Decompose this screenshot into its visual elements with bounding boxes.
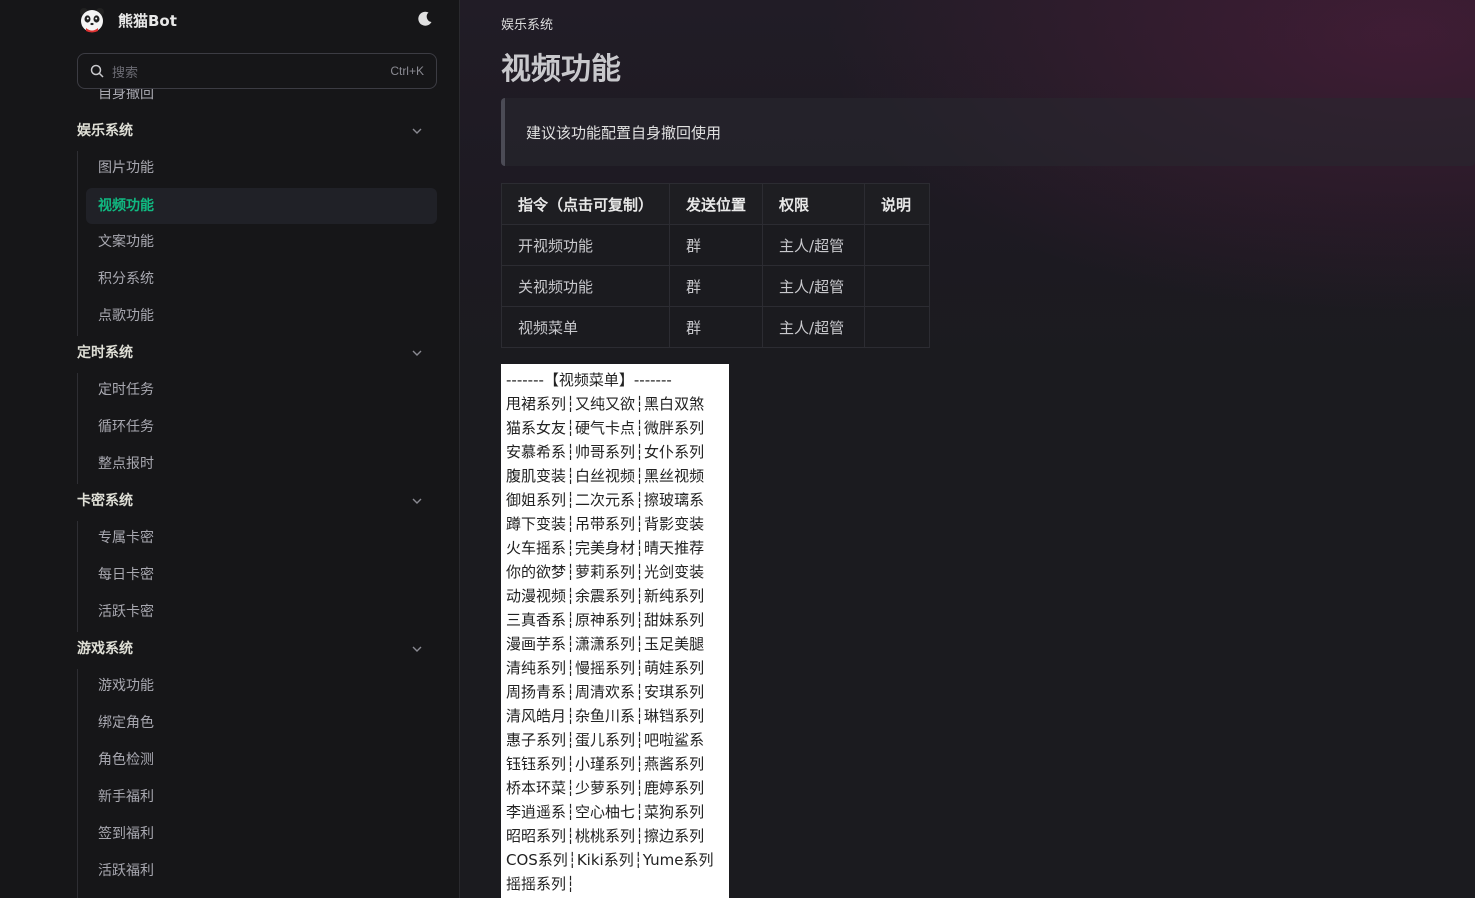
location-cell: 群	[669, 265, 764, 307]
video-menu-image: -------【视频菜单】------- 甩裙系列┆又纯又欲┆黑白双煞 猫系女友┆硬…	[501, 364, 729, 898]
menu-line: 漫画芋系┆潇潇系列┆玉足美腿	[506, 635, 705, 653]
sidebar: 熊猫Bot 自身撤回 娱乐系统 图片功能 视频功能 文案功能 积分系统 点歌功能…	[0, 0, 460, 898]
main-content: 娱乐系统 视频功能 建议该功能配置自身撤回使用 指令（点击可复制） 发送位置 权…	[460, 0, 1475, 898]
sidebar-group-game[interactable]: 游戏系统	[77, 631, 422, 667]
group-divider	[77, 669, 78, 898]
chevron-down-icon	[412, 646, 422, 652]
group-divider	[77, 521, 78, 632]
chevron-down-icon	[412, 498, 422, 504]
menu-line: 三真香系┆原神系列┆甜妹系列	[506, 611, 705, 629]
menu-line: 御姐系列┆二次元系┆擦玻璃系	[506, 491, 705, 509]
brand[interactable]: 熊猫Bot	[78, 4, 177, 36]
group-divider	[77, 373, 78, 484]
menu-line: 甩裙系列┆又纯又欲┆黑白双煞	[506, 395, 705, 413]
col-location: 发送位置	[669, 183, 764, 225]
sidebar-item-points[interactable]: 积分系统	[98, 261, 154, 297]
menu-line: 桥本环菜┆少萝系列┆鹿婷系列	[506, 779, 705, 797]
sidebar-item-game[interactable]: 游戏功能	[98, 668, 154, 704]
menu-line: 钰钰系列┆小瑾系列┆燕酱系列	[506, 755, 705, 773]
command-cell[interactable]: 视频菜单	[500, 306, 671, 348]
sidebar-item-song[interactable]: 点歌功能	[98, 298, 154, 334]
description-cell	[864, 265, 931, 307]
menu-line: 惠子系列┆蛋儿系列┆吧啦鲨系	[506, 731, 705, 749]
location-cell: 群	[669, 224, 764, 266]
table-row: 视频菜单 群 主人/超管	[500, 306, 931, 348]
sidebar-item-video[interactable]: 视频功能	[86, 188, 437, 224]
search-icon	[90, 64, 104, 78]
menu-line: 摇摇系列┆	[506, 875, 576, 893]
description-cell	[864, 306, 931, 348]
group-title-label: 卡密系统	[77, 493, 133, 509]
search-input[interactable]: 搜索 Ctrl+K	[77, 53, 437, 89]
description-cell	[864, 224, 931, 266]
permission-cell: 主人/超管	[762, 265, 866, 307]
sidebar-item-hourly[interactable]: 整点报时	[98, 446, 154, 482]
col-permission: 权限	[762, 183, 866, 225]
brand-name: 熊猫Bot	[118, 11, 177, 30]
command-cell[interactable]: 关视频功能	[500, 265, 671, 307]
table-row: 开视频功能 群 主人/超管	[500, 224, 931, 266]
menu-line: 腹肌变装┆白丝视频┆黑丝视频	[506, 467, 705, 485]
menu-line: 清纯系列┆慢摇系列┆萌娃系列	[506, 659, 705, 677]
sidebar-item-timed-task[interactable]: 定时任务	[98, 372, 154, 408]
sidebar-group-timer[interactable]: 定时系统	[77, 335, 422, 371]
sidebar-item-newbie[interactable]: 新手福利	[98, 779, 154, 815]
sidebar-group-entertainment[interactable]: 娱乐系统	[77, 113, 422, 149]
sidebar-item-loop-task[interactable]: 循环任务	[98, 409, 154, 445]
menu-line: -------【视频菜单】-------	[506, 371, 672, 389]
table-row: 关视频功能 群 主人/超管	[500, 265, 931, 307]
sidebar-item-active-card[interactable]: 活跃卡密	[98, 594, 154, 630]
chevron-down-icon	[412, 128, 422, 134]
group-divider	[77, 151, 78, 336]
location-cell: 群	[669, 306, 764, 348]
menu-line: 周扬青系┆周清欢系┆安琪系列	[506, 683, 705, 701]
page-title: 视频功能	[501, 52, 621, 87]
group-title-label: 游戏系统	[77, 641, 133, 657]
menu-line: 清风皓月┆杂鱼川系┆琳铛系列	[506, 707, 705, 725]
tip-callout: 建议该功能配置自身撤回使用	[501, 98, 1475, 166]
moon-icon[interactable]	[416, 10, 434, 28]
sidebar-item-daily-card[interactable]: 每日卡密	[98, 557, 154, 593]
permission-cell: 主人/超管	[762, 224, 866, 266]
sidebar-item-copywriting[interactable]: 文案功能	[98, 224, 154, 260]
sidebar-group-card[interactable]: 卡密系统	[77, 483, 422, 519]
sidebar-item-active-bonus[interactable]: 活跃福利	[98, 853, 154, 889]
menu-line: 猫系女友┆硬气卡点┆微胖系列	[506, 419, 705, 437]
menu-line: COS系列┆Kiki系列┆Yume系列	[506, 851, 714, 869]
command-cell[interactable]: 开视频功能	[500, 224, 671, 266]
chevron-down-icon	[412, 350, 422, 356]
breadcrumb: 娱乐系统	[501, 18, 554, 33]
col-command: 指令（点击可复制）	[500, 183, 671, 225]
panda-icon	[78, 6, 106, 34]
search-shortcut: Ctrl+K	[390, 64, 424, 78]
sidebar-item-image[interactable]: 图片功能	[98, 150, 154, 186]
menu-line: 李逍遥系┆空心柚七┆菜狗系列	[506, 803, 705, 821]
tip-text: 建议该功能配置自身撤回使用	[526, 123, 722, 142]
sidebar-item-exclusive-card[interactable]: 专属卡密	[98, 520, 154, 556]
command-table: 指令（点击可复制） 发送位置 权限 说明 开视频功能 群 主人/超管 关视频功能…	[500, 183, 931, 348]
menu-line: 安慕希系┆帅哥系列┆女仆系列	[506, 443, 705, 461]
group-title-label: 娱乐系统	[77, 123, 133, 139]
permission-cell: 主人/超管	[762, 306, 866, 348]
sidebar-item-checkin[interactable]: 签到福利	[98, 816, 154, 852]
col-description: 说明	[864, 183, 931, 225]
table-header-row: 指令（点击可复制） 发送位置 权限 说明	[500, 183, 931, 225]
menu-line: 火车摇系┆完美身材┆晴天推荐	[506, 539, 705, 557]
menu-line: 你的欲梦┆萝莉系列┆光剑变装	[506, 563, 705, 581]
sidebar-item-role-check[interactable]: 角色检测	[98, 742, 154, 778]
group-title-label: 定时系统	[77, 345, 133, 361]
menu-line: 蹲下变装┆吊带系列┆背影变装	[506, 515, 705, 533]
menu-line: 昭昭系列┆桃桃系列┆擦边系列	[506, 827, 705, 845]
menu-line: 动漫视频┆余震系列┆新纯系列	[506, 587, 705, 605]
search-placeholder: 搜索	[112, 65, 139, 81]
sidebar-item-bind-role[interactable]: 绑定角色	[98, 705, 154, 741]
